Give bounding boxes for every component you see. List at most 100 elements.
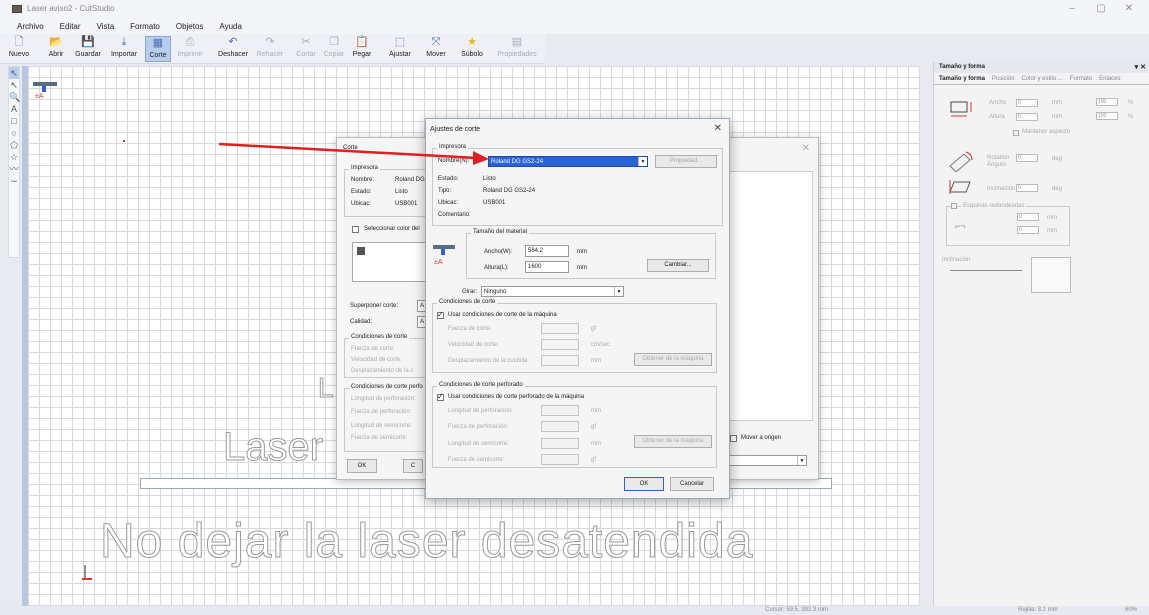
rectangle-tool-icon[interactable]: □ [9,115,19,127]
chevron-down-icon: ▼ [614,287,623,296]
get-perf-from-machine-button[interactable]: Obtener de la máquina [634,435,712,448]
panel-height-input[interactable]: 0 [1016,113,1038,121]
corner-radius-input-1[interactable]: 0 [1017,213,1039,221]
keep-aspect-checkbox[interactable] [1013,130,1019,136]
canvas-warning-text[interactable]: No dejar la laser desatendida [99,514,753,569]
rounded-corners-checkbox[interactable] [951,203,957,209]
menu-editar[interactable]: Editar [60,22,81,31]
size-icon [950,101,972,117]
back-color-list[interactable] [352,242,426,282]
tab-size-shape[interactable]: Tamaño y forma [939,73,985,85]
menu-bar: Archivo Editar Vista Formato Objetos Ayu… [0,20,1149,34]
use-machine-conditions-checkbox[interactable] [437,310,444,319]
panel-tabs: Tamaño y forma Posición Color y estilo .… [934,73,1149,85]
svg-text:±A: ±A [434,259,443,266]
get-from-machine-button[interactable]: Obtener de la máquina [634,353,712,366]
close-button[interactable]: ✕ [1119,3,1139,14]
menu-vista[interactable]: Vista [97,22,115,31]
cursor-position: Cursor: 59.5, 392.3 mm [765,607,829,613]
cancel-button[interactable]: Cancelar [670,477,714,491]
perforated-conditions-group: Condiciones de corte perforado Usar cond… [432,382,717,468]
menu-archivo[interactable]: Archivo [17,22,44,31]
rotate-select[interactable]: Ninguno ▼ [481,286,624,297]
perforation-length-input[interactable] [541,405,579,416]
canvas-laser-text[interactable]: Laser [222,425,323,470]
tab-links[interactable]: Enlaces [1099,73,1120,85]
ok-button[interactable]: OK [624,477,664,491]
halfcut-length-input[interactable] [541,438,579,449]
panel-close-icon[interactable]: ▾ ✕ [1135,62,1146,73]
skew-input[interactable]: 0 [1016,184,1038,192]
star-tool-icon[interactable]: ☆ [9,151,19,163]
back-origin-select[interactable]: ▼ [727,455,807,466]
panel-width-pct-input[interactable]: 100 [1096,98,1118,106]
back-cancel-button[interactable]: C [403,459,423,473]
skew-icon [949,180,971,194]
rotation-input[interactable]: 0 [1016,154,1038,162]
toolbar-star-button[interactable]: ★ Súbolo [458,36,486,62]
cut-force-input[interactable] [541,323,579,334]
back-select-color-checkbox[interactable] [352,226,359,233]
fit-icon: ⬚ [394,36,406,48]
dialog-close-icon[interactable]: ✕ [714,123,722,134]
canvas-letter-l[interactable]: L [318,372,335,404]
color-swatch[interactable] [357,247,365,255]
rotation-icon [949,151,973,172]
toolbar-move-button[interactable]: ⤧ Mover [424,36,448,62]
blade-offset-input[interactable] [541,355,579,366]
toolbar-new-button[interactable]: 🗋 Nuevo [6,36,32,62]
curve-tool-icon[interactable]: ∼ [9,175,19,187]
toolbar-print-button[interactable]: ⎙ Imprimir [175,36,205,62]
toolbar-cut-scissors-button[interactable]: ✂ Cortar [294,36,318,62]
toolbar-import-button[interactable]: ⤓ Importar [107,36,141,62]
svg-text:±A: ±A [35,93,44,100]
copy-icon: ❐ [329,36,339,48]
tab-format[interactable]: Formato [1070,73,1092,85]
material-group: Tamaño del material Ancho(W): 584.2 mm A… [466,229,716,279]
text-tool-icon[interactable]: A [9,103,19,115]
open-icon: 📂 [49,36,63,48]
menu-formato[interactable]: Formato [130,22,160,31]
minimize-button[interactable]: – [1062,3,1082,14]
change-material-button[interactable]: Cambiar... [647,259,709,272]
inclination-slider[interactable] [950,270,1022,271]
toolbar-redo-button[interactable]: ↷ Rehacer [254,36,286,62]
plotter-icon: ±A [433,245,455,266]
halfcut-force-input[interactable] [541,454,579,465]
zoom-tool-icon[interactable]: 🔍 [9,91,20,103]
perforation-force-input[interactable] [541,421,579,432]
corner-radius-input-2[interactable]: 0 [1017,226,1039,234]
back-ok-button[interactable]: OK [347,459,377,473]
node-tool-icon[interactable]: ↖ [9,79,19,91]
panel-width-input[interactable]: 0 [1016,99,1038,107]
menu-objetos[interactable]: Objetos [176,22,204,31]
cut-settings-dialog: Ajustes de corte ✕ Impresora Nombre(N): … [425,118,730,499]
ellipse-tool-icon[interactable]: ○ [9,127,19,139]
polygon-tool-icon[interactable]: ⬠ [9,139,19,151]
toolbar-open-button[interactable]: 📂 Abrir [44,36,68,62]
toolbar-properties-button[interactable]: ▤ Propiedades [495,36,539,62]
back-dialog-close-icon[interactable]: ✕ [802,143,810,154]
select-tool-icon[interactable]: ↖ [9,67,19,79]
toolbar-cut-button[interactable]: ▦ Corte [145,36,171,62]
use-machine-perf-checkbox[interactable] [437,392,444,401]
toolbar-undo-button[interactable]: ↶ Deshacer [216,36,250,62]
properties-button[interactable]: Propiedad... [655,155,717,168]
panel-height-pct-input[interactable]: 100 [1096,112,1118,120]
material-height-input[interactable]: 1600 [525,261,569,273]
menu-ayuda[interactable]: Ayuda [219,22,242,31]
canvas-marker [123,140,125,142]
tab-position[interactable]: Posición [992,73,1015,85]
material-width-input[interactable]: 584.2 [525,245,569,257]
toolbar-copy-button[interactable]: ❐ Copiar [322,36,346,62]
toolbar-paste-button[interactable]: 📋 Pegar [350,36,374,62]
printer-name-select[interactable]: Roland DG GS2-24 ▼ [488,156,648,167]
toolbar-save-button[interactable]: 💾 Guardar [73,36,103,62]
freehand-tool-icon[interactable]: 〰 [9,163,19,175]
tab-color-style[interactable]: Color y estilo ... [1022,73,1063,85]
maximize-button[interactable]: ▢ [1091,3,1111,14]
cut-speed-input[interactable] [541,339,579,350]
toolbar-fit-button[interactable]: ⬚ Ajustar [386,36,414,62]
zoom-level: 60% [1125,607,1138,613]
mover-origen-checkbox[interactable] [730,435,737,442]
